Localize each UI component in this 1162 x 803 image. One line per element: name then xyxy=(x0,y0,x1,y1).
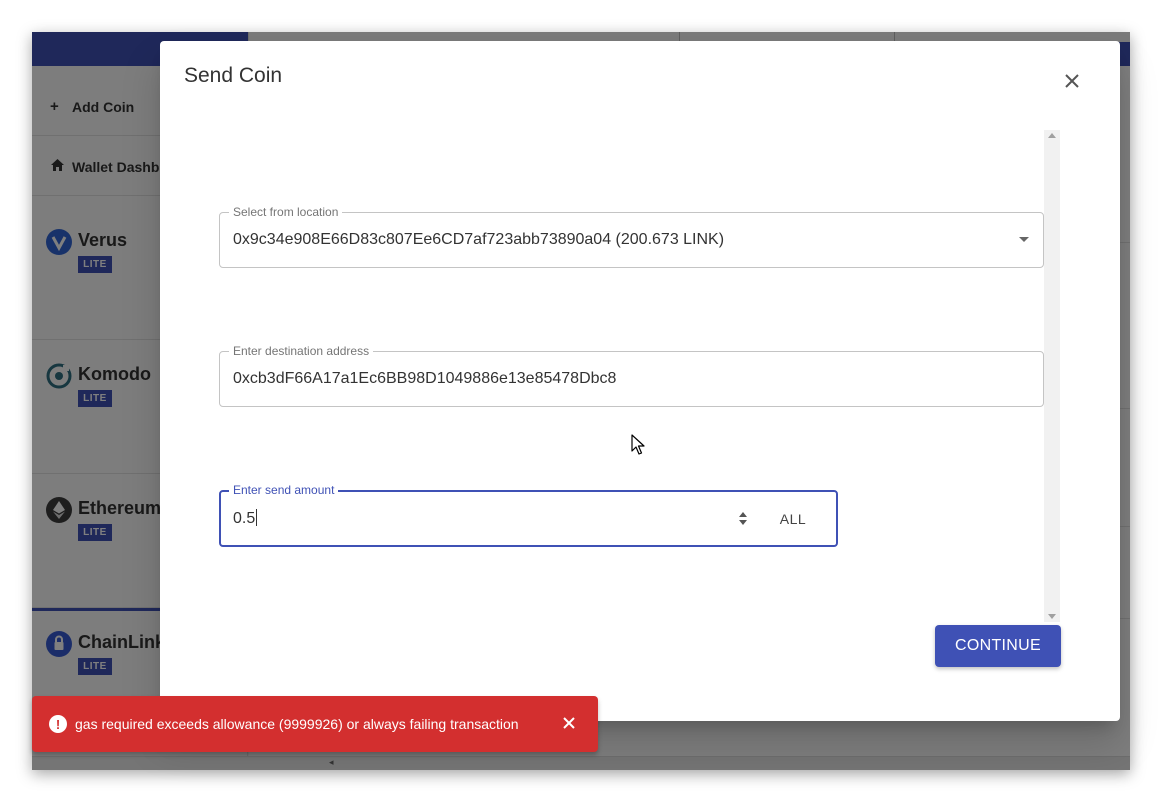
send-amount-label: Enter send amount xyxy=(229,483,339,497)
chevron-down-icon[interactable] xyxy=(1019,237,1029,242)
error-icon: ! xyxy=(49,715,67,733)
destination-address-label: Enter destination address xyxy=(229,344,374,358)
from-location-label: Select from location xyxy=(229,205,343,219)
mouse-pointer-icon xyxy=(631,434,645,455)
send-amount-value-wrap: 0.5 xyxy=(233,509,258,528)
from-location-value: 0x9c34e908E66D83c807Ee6CD7af723abb73890a… xyxy=(233,231,725,248)
error-message: gas required exceeds allowance (9999926)… xyxy=(75,716,519,732)
spinner-up-icon[interactable] xyxy=(739,512,747,517)
dialog-scrollbar[interactable] xyxy=(1044,130,1060,622)
close-icon[interactable] xyxy=(556,710,582,736)
close-icon[interactable] xyxy=(1058,67,1086,95)
from-location-select[interactable]: Select from location 0x9c34e908E66D83c80… xyxy=(219,205,1044,268)
text-caret xyxy=(256,509,258,526)
send-coin-dialog: Send Coin Select from location 0x9c34e90… xyxy=(160,41,1120,721)
all-amount-button[interactable]: ALL xyxy=(769,502,817,536)
scroll-down-icon[interactable] xyxy=(1048,614,1056,619)
number-spinner[interactable] xyxy=(736,510,750,528)
error-snackbar: ! gas required exceeds allowance (999992… xyxy=(32,696,598,752)
destination-address-field[interactable]: Enter destination address 0xcb3dF66A17a1… xyxy=(219,344,1044,407)
scroll-up-icon[interactable] xyxy=(1048,133,1056,138)
continue-button[interactable]: CONTINUE xyxy=(935,625,1061,667)
send-amount-value: 0.5 xyxy=(233,510,256,527)
send-amount-field[interactable]: Enter send amount 0.5 ALL xyxy=(219,483,838,547)
spinner-down-icon[interactable] xyxy=(739,520,747,525)
dialog-title: Send Coin xyxy=(184,64,283,87)
destination-address-value: 0xcb3dF66A17a1Ec6BB98D1049886e13e85478Db… xyxy=(233,370,617,387)
